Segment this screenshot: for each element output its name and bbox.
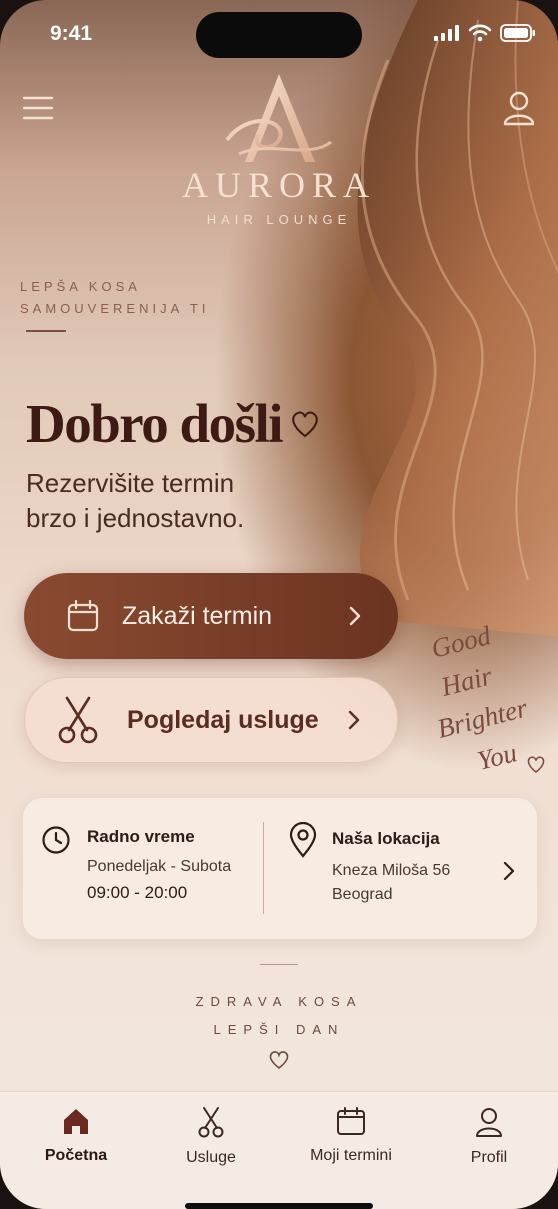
tagline: LEPŠA KOSA SAMOUVERENIJA TI — [20, 276, 209, 320]
status-bar: 9:41 — [0, 0, 558, 70]
bottom-tagline: ZDRAVA KOSA LEPŠI DAN — [0, 988, 558, 1044]
tab-home[interactable]: Početna — [16, 1106, 136, 1165]
tagline-line-2: SAMOUVERENIJA TI — [20, 301, 210, 316]
heart-small-icon — [527, 756, 545, 773]
chevron-right-icon — [503, 861, 515, 881]
welcome-title: Dobro došli — [26, 393, 284, 454]
tagline-line-1: LEPŠA KOSA — [20, 279, 141, 294]
chevron-right-icon — [348, 710, 360, 730]
home-icon — [64, 1109, 88, 1134]
bottom-tagline-line-1: ZDRAVA KOSA — [195, 994, 363, 1009]
logo-emblem-icon — [225, 74, 332, 162]
tab-services[interactable]: Usluge — [151, 1106, 271, 1167]
view-services-button[interactable]: Pogledaj usluge — [24, 677, 398, 763]
heart-outline-icon — [292, 411, 318, 437]
user-icon — [476, 1108, 502, 1137]
book-appointment-button[interactable]: Zakaži termin — [24, 573, 398, 659]
tab-profile-label: Profil — [470, 1149, 508, 1166]
subtitle-line-1: Rezervišite termin — [26, 468, 235, 498]
tagline-divider — [26, 330, 66, 332]
calendar-icon — [67, 599, 99, 632]
info-card: Radno vreme Ponedeljak - Subota 09:00 - … — [22, 797, 538, 940]
tab-my-appointments[interactable]: Moji termini — [291, 1106, 411, 1165]
status-time: 9:41 — [50, 22, 93, 45]
location-block[interactable]: Naša lokacija Kneza Miloša 56 Beograd — [264, 798, 537, 939]
book-appointment-label: Zakaži termin — [122, 601, 273, 630]
cellular-signal-icon — [434, 25, 459, 41]
hours-title: Radno vreme — [87, 827, 195, 846]
welcome-subtitle: Rezervišite termin brzo i jednostavno. — [26, 466, 244, 536]
brand-subtitle: HAIR LOUNGE — [206, 212, 352, 227]
welcome-heading: Dobro došli — [26, 392, 320, 455]
scissors-icon — [58, 696, 98, 744]
subtitle-line-2: brzo i jednostavno. — [26, 503, 245, 533]
hours-days: Ponedeljak - Subota — [87, 858, 232, 875]
location-pin-icon — [289, 822, 317, 858]
script-word-4: You — [474, 737, 520, 776]
brand-logo: AURORA HAIR LOUNGE — [0, 70, 558, 227]
script-word-1: Good — [430, 620, 494, 664]
brand-name: AURORA — [181, 165, 376, 205]
home-indicator — [185, 1203, 373, 1209]
tab-my-appointments-label: Moji termini — [310, 1147, 392, 1164]
location-city: Beograd — [332, 886, 393, 903]
scissors-icon — [198, 1107, 224, 1138]
bottom-divider — [260, 964, 298, 965]
bottom-tab-bar: Početna Usluge Moji termini Profil — [0, 1091, 558, 1209]
hours-time: 09:00 - 20:00 — [87, 883, 188, 902]
chevron-right-icon — [349, 606, 361, 626]
tab-profile[interactable]: Profil — [429, 1106, 549, 1167]
bottom-tagline-line-2: LEPŠI DAN — [213, 1022, 345, 1037]
dynamic-island — [196, 12, 362, 58]
location-title: Naša lokacija — [332, 829, 440, 848]
view-services-label: Pogledaj usluge — [127, 705, 319, 734]
battery-icon — [500, 24, 535, 42]
wifi-icon — [468, 24, 492, 42]
script-slogan: Good Hair Brighter You — [430, 620, 545, 776]
app-screen: 9:41 AURORA HAIR LOUNGE LEPŠA KOSA SAMOU… — [0, 0, 558, 1209]
location-street: Kneza Miloša 56 — [332, 862, 451, 879]
clock-icon — [42, 826, 70, 854]
system-icons — [434, 24, 536, 42]
calendar-icon — [337, 1107, 365, 1135]
script-word-2: Hair — [437, 660, 495, 702]
tab-services-label: Usluge — [186, 1149, 236, 1166]
heart-outline-icon — [269, 1051, 289, 1070]
tab-home-label: Početna — [44, 1147, 108, 1164]
